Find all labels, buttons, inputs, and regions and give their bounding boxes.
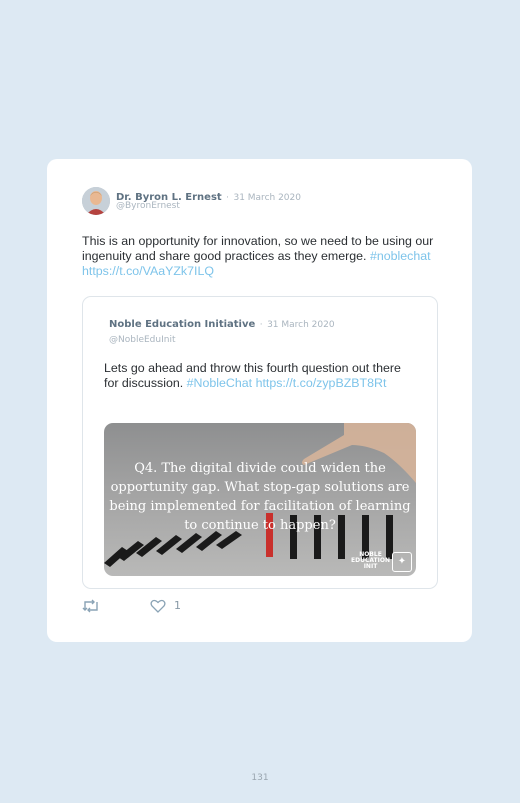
quoted-separator-dot: · bbox=[259, 320, 263, 330]
quoted-hashtag-link[interactable]: #NobleChat bbox=[187, 376, 252, 390]
noble-logo-text: NOBLE EDUCATION INIT bbox=[351, 552, 390, 570]
tweet-card: Dr. Byron L. Ernest · 31 March 2020 @Byr… bbox=[47, 159, 472, 642]
page-number: 131 bbox=[251, 773, 269, 783]
retweet-icon[interactable] bbox=[82, 599, 100, 613]
separator-dot: · bbox=[226, 193, 230, 203]
quoted-text: Lets go ahead and throw this fourth ques… bbox=[104, 361, 404, 391]
quoted-author-name[interactable]: Noble Education Initiative bbox=[109, 319, 255, 330]
heart-icon[interactable] bbox=[150, 599, 166, 613]
logo-line-3: INIT bbox=[363, 563, 378, 570]
noble-emblem-icon: ✦ bbox=[392, 552, 412, 572]
like-count: 1 bbox=[174, 599, 181, 612]
url-link[interactable]: https://t.co/VAaYZk7ILQ bbox=[82, 264, 214, 278]
quoted-image-caption: Q4. The digital divide could widen the o… bbox=[109, 461, 411, 533]
quoted-author-line: Noble Education Initiative · 31 March 20… bbox=[109, 314, 335, 332]
quoted-image[interactable]: Q4. The digital divide could widen the o… bbox=[104, 423, 416, 576]
avatar[interactable] bbox=[82, 187, 110, 215]
tweet-text: This is an opportunity for innovation, s… bbox=[82, 234, 442, 279]
quoted-handle[interactable]: @NobleEduInit bbox=[109, 335, 335, 345]
quoted-header: Noble Education Initiative · 31 March 20… bbox=[109, 314, 335, 345]
hashtag-link[interactable]: #noblechat bbox=[370, 249, 431, 263]
author-handle[interactable]: @ByronErnest bbox=[116, 201, 180, 211]
quoted-date[interactable]: 31 March 2020 bbox=[267, 320, 335, 330]
quoted-url-link[interactable]: https://t.co/zypBZBT8Rt bbox=[256, 376, 387, 390]
tweet-date[interactable]: 31 March 2020 bbox=[233, 193, 301, 203]
page: Dr. Byron L. Ernest · 31 March 2020 @Byr… bbox=[0, 0, 520, 803]
quoted-tweet[interactable]: Noble Education Initiative · 31 March 20… bbox=[82, 296, 438, 589]
